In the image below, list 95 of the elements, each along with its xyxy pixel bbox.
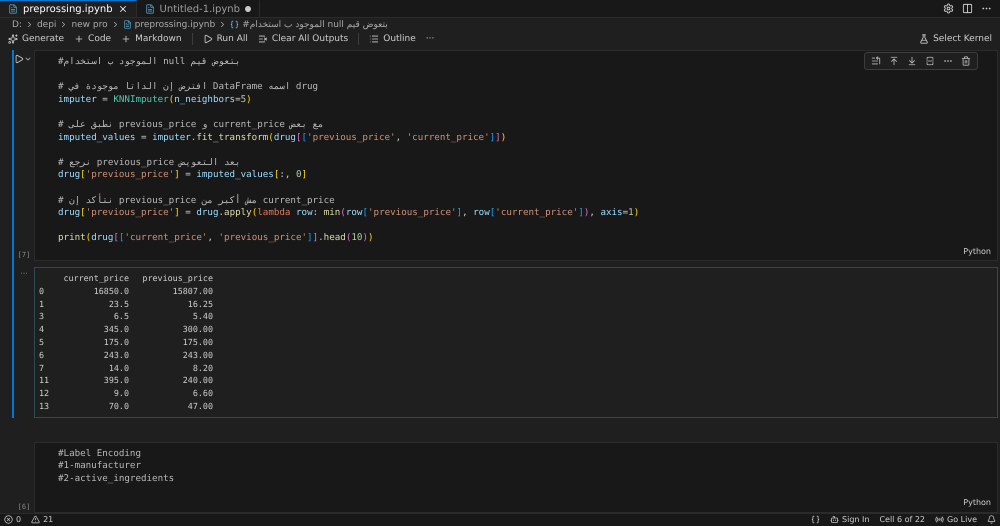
editor-tab[interactable]: Untitled-1.ipynb [136, 0, 260, 18]
settings-icon[interactable] [943, 3, 954, 14]
table-cell-text: 1 [39, 298, 46, 310]
bell-icon[interactable] [987, 515, 996, 524]
code-line: drug['previous_price'] = imputed_values[:, 0] [58, 169, 308, 182]
output-menu[interactable]: ··· [14, 267, 34, 418]
warnings-status[interactable]: 21 [31, 515, 54, 524]
code-line: imputer = KNNImputer(n_neighbors=5) [58, 94, 252, 107]
unsaved-dot-icon [244, 6, 251, 12]
table-cell-text: 300.00 [182, 323, 213, 336]
table-cell-text: 8.20 [192, 362, 213, 374]
code-line: #1-manufacturer [58, 460, 141, 473]
toolbar-button[interactable]: ··· [426, 34, 434, 44]
robot-icon [830, 515, 840, 524]
notebook-file-icon [144, 4, 155, 14]
sparkle-icon [8, 34, 18, 44]
error-icon [4, 515, 13, 524]
sign-in-status[interactable]: Sign In [830, 515, 870, 524]
code-line: imputed_values = imputer.fit_transform(drug[['previous_price', 'current_price']]) [58, 132, 506, 144]
split-cell-icon[interactable] [925, 56, 935, 66]
table-cell-text: 47.00 [186, 400, 213, 413]
select-kernel-button[interactable]: Select Kernel [919, 34, 992, 44]
table-cell-text: 3 [39, 310, 46, 324]
table-cell-text: 175.00 [182, 336, 213, 349]
table-cell-text: 7 [39, 362, 46, 374]
flask-icon [919, 34, 930, 44]
code-line: #الموجود ب استخدام null بتعوض قيم [58, 56, 241, 69]
table-cell-text: 6.5 [112, 310, 129, 324]
list-icon [369, 34, 380, 44]
code-line: #2-active_ingredients [58, 473, 174, 486]
code-line: # نتأكد إن previous_price مش أكبر من current_price [58, 194, 335, 208]
plus-icon [121, 34, 132, 44]
close-icon[interactable] [118, 4, 128, 14]
table-cell-text: 240.00 [182, 374, 213, 388]
toolbar-button[interactable]: Run All [202, 34, 248, 44]
table-header: previous_price [141, 272, 213, 285]
table-cell-text: 345.0 [102, 323, 129, 336]
warning-icon [31, 515, 40, 524]
table-cell-text: 16850.0 [92, 284, 129, 298]
go-live-status[interactable]: Go Live [935, 515, 977, 524]
notebook-file-icon [122, 20, 132, 30]
arrow-down-icon[interactable] [907, 56, 917, 66]
editor-tab[interactable]: preprossing.ipynb [0, 0, 137, 18]
language-label[interactable]: Python [963, 247, 991, 256]
breadcrumb-item[interactable]: new pro [71, 20, 108, 30]
table-cell-text: 6.60 [192, 387, 213, 400]
table-cell-text: 23.5 [108, 298, 129, 310]
table-cell-text: 14.0 [108, 362, 129, 374]
clear-list-icon [258, 34, 268, 44]
toolbar-button[interactable]: Outline [369, 34, 416, 44]
table-cell-text: 6 [39, 348, 46, 362]
code-line: # نطبق على previous_price و current_price مع بعض [58, 119, 324, 132]
errors-status[interactable]: 0 [4, 515, 22, 524]
breadcrumb-item[interactable]: preprossing.ipynb [134, 20, 216, 30]
breadcrumb-item[interactable]: #الموجود ب استخدام null بتعوض قيم [242, 20, 388, 30]
table-cell-text: 16.25 [186, 298, 213, 310]
table-cell-text: 5.40 [192, 310, 213, 324]
code-line: print(drug[['current_price', 'previous_price']].head(10)) [58, 232, 374, 246]
cell-symbol-icon [230, 20, 240, 30]
arrow-up-icon[interactable] [889, 56, 899, 66]
toolbar-button[interactable]: Code [74, 34, 112, 44]
broadcast-icon [935, 515, 944, 524]
split-editor-icon[interactable] [962, 3, 973, 14]
table-cell-text: 12 [39, 387, 50, 400]
play-icon [202, 34, 213, 44]
code-line: # نرجع previous_price بعد التعويض [58, 156, 241, 170]
table-cell-text: 13 [39, 400, 50, 413]
cell-position-status[interactable]: Cell 6 of 22 [879, 515, 926, 524]
code-line: #Label Encoding [58, 448, 141, 460]
toolbar-button[interactable]: Markdown [121, 34, 182, 44]
table-cell-text: 15807.00 [172, 284, 213, 298]
table-cell-text: 175.0 [102, 336, 129, 349]
braces-icon[interactable] [811, 515, 820, 524]
plus-icon [74, 34, 84, 44]
table-cell-text: 395.0 [102, 374, 129, 388]
toolbar-button[interactable]: Generate [8, 34, 64, 44]
table-cell-text: 4 [39, 323, 46, 336]
table-cell-text: 11 [39, 374, 50, 388]
run-above-icon[interactable] [871, 56, 881, 66]
table-cell-text: 243.0 [102, 348, 129, 362]
breadcrumb-item[interactable]: D: [12, 20, 22, 30]
table-cell-text: 243.00 [182, 348, 213, 362]
table-cell-text: 9.0 [112, 387, 129, 400]
table-cell-text: 0 [39, 284, 46, 298]
notebook-file-icon [8, 4, 18, 14]
code-line: # افترض إن الداتا موجودة في DataFrame اسمه drug [58, 81, 318, 94]
toolbar-button[interactable]: Clear All Outputs [258, 34, 348, 44]
run-cell-icon[interactable] [14, 54, 24, 64]
breadcrumb-item[interactable]: depi [36, 20, 56, 30]
table-header: current_price [63, 272, 129, 285]
table-cell-text: 5 [39, 336, 46, 349]
table-cell-text: 70.0 [108, 400, 129, 413]
code-line: drug['previous_price'] = drug.apply(lambda row: min(row['previous_price'], row['current_price']), axis=1) [58, 207, 640, 220]
language-label[interactable]: Python [963, 498, 991, 507]
delete-icon[interactable] [961, 56, 971, 66]
